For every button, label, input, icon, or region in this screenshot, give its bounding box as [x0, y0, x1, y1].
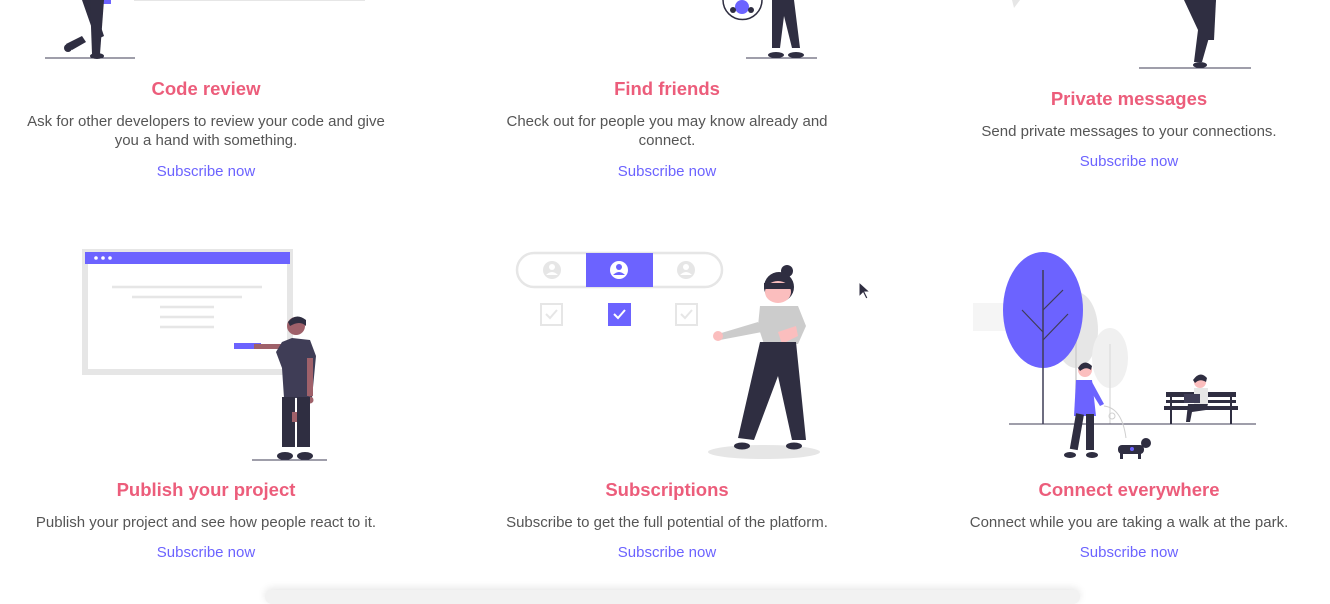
feature-title: Connect everywhere: [1038, 479, 1220, 500]
subscribe-now-link[interactable]: Subscribe now: [944, 543, 1314, 562]
feature-description: Publish your project and see how people …: [35, 514, 377, 531]
developer-illustration: [45, 0, 365, 59]
feature-card-find-friends: Find friends Check out for people you ma…: [482, 0, 852, 190]
feature-description: Send private messages to your connection…: [981, 123, 1277, 140]
feature-card-private-messages: Private messages Send private messages t…: [944, 0, 1314, 190]
subscribe-now-link[interactable]: Subscribe now: [482, 543, 852, 562]
subscriptions-illustration: [515, 251, 820, 459]
subscribe-now-link[interactable]: Subscribe now: [20, 543, 392, 562]
feature-title: Publish your project: [116, 479, 296, 500]
subscribe-now-link[interactable]: Subscribe now: [944, 152, 1314, 171]
presentation-illustration: [82, 249, 327, 461]
feature-card-code-review: Code review Ask for other developers to …: [20, 0, 392, 190]
feature-card-publish-your-project: Publish your project Publish your projec…: [20, 240, 392, 570]
subscribe-now-link[interactable]: Subscribe now: [482, 162, 852, 181]
feature-description: Connect while you are taking a walk at t…: [969, 514, 1289, 531]
feature-description: Check out for people you may know alread…: [506, 113, 828, 149]
park-walk-illustration: [973, 252, 1256, 459]
feature-description: Ask for other developers to review your …: [27, 113, 385, 149]
friends-illustration: [722, 0, 817, 59]
feature-description: Subscribe to get the full potential of t…: [506, 514, 828, 531]
feature-title: Find friends: [614, 78, 720, 99]
footer-panel-edge: [265, 590, 1080, 604]
feature-title: Private messages: [1050, 88, 1208, 109]
messages-illustration: [1012, 0, 1251, 69]
feature-title: Code review: [151, 78, 261, 99]
feature-card-connect-everywhere: Connect everywhere Connect while you are…: [944, 240, 1314, 570]
subscribe-now-link[interactable]: Subscribe now: [20, 162, 392, 181]
feature-title: Subscriptions: [605, 479, 729, 500]
mouse-cursor-icon: [858, 281, 872, 300]
feature-card-subscriptions: Subscriptions Subscribe to get the full …: [482, 240, 852, 570]
